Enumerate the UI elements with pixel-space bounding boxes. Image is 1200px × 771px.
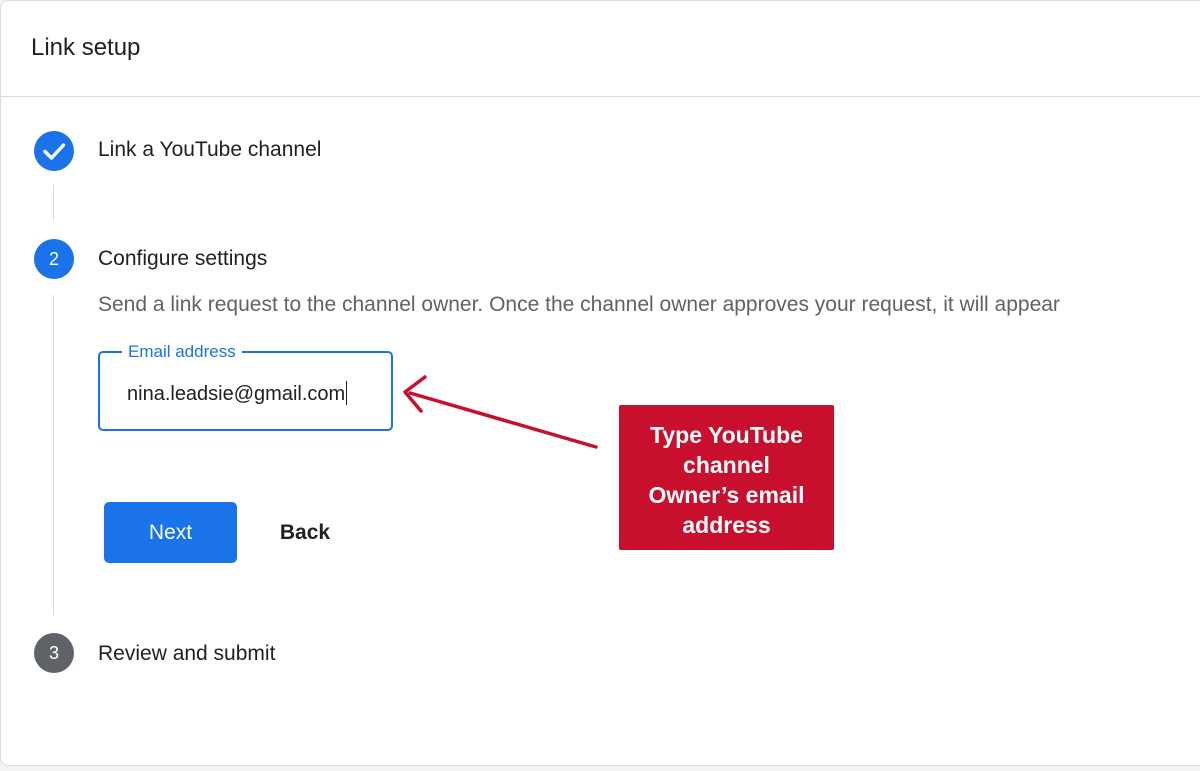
annotation-callout: Type YouTube channel Owner’s email addre… <box>619 405 834 550</box>
callout-line: address <box>682 512 771 538</box>
annotation-arrow <box>403 375 598 449</box>
callout-line: channel <box>683 452 770 478</box>
callout-line: Type YouTube <box>650 422 803 448</box>
callout-line: Owner’s email <box>648 482 805 508</box>
